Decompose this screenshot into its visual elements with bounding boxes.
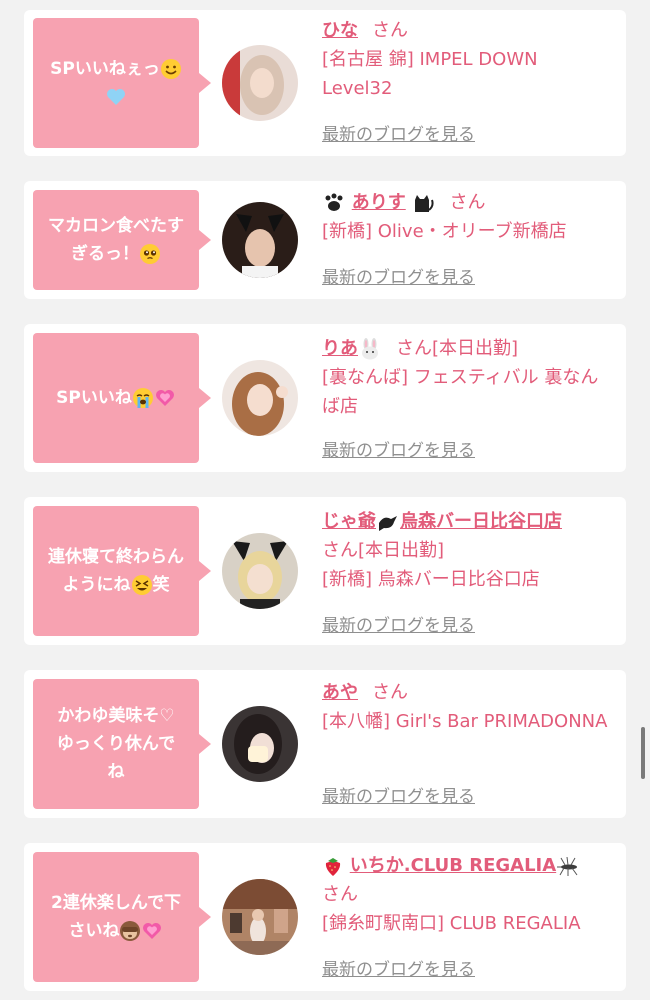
message-suffix: 笑 bbox=[152, 575, 170, 595]
message-bubble: 2連休楽しんで下さいね bbox=[33, 852, 211, 982]
work-status: [本日出勤] bbox=[432, 338, 519, 359]
cast-name-part1: じゃ爺 bbox=[322, 511, 376, 532]
post-card: SPいいね りあ さん[本日出勤] [裏なんば] フェスティバル 裏なんば店 最新… bbox=[24, 324, 626, 472]
message-text: SPいいねぇっ bbox=[50, 59, 160, 79]
latest-blog-link[interactable]: 最新のブログを見る bbox=[322, 955, 475, 980]
message-text-line1: 2連休楽しんで下 bbox=[51, 893, 181, 913]
post-card: 連休寝て終わらんようにね 笑 じゃ爺 烏森バー日比谷口店 さん[本日出勤] [新橋]… bbox=[24, 497, 626, 645]
avatar[interactable] bbox=[222, 533, 298, 609]
message-text-line1: 連休寝て終わらん bbox=[48, 547, 184, 567]
latest-blog-link[interactable]: 最新のブログを見る bbox=[322, 263, 475, 288]
latest-blog-link[interactable]: 最新のブログを見る bbox=[322, 611, 475, 636]
post-info: りあ さん[本日出勤] [裏なんば] フェスティバル 裏なんば店 bbox=[322, 334, 612, 421]
honorific: さん bbox=[372, 20, 408, 41]
latest-blog-link[interactable]: 最新のブログを見る bbox=[322, 436, 475, 461]
cast-name-link[interactable]: いちか.CLUB REGALIA bbox=[350, 855, 556, 876]
honorific: さん bbox=[322, 884, 358, 905]
strawberry-emoji bbox=[325, 858, 341, 876]
black-bird-emoji bbox=[379, 516, 397, 531]
post-info: あや さん [本八幡] Girl's Bar PRIMADONNA bbox=[322, 678, 612, 736]
post-card: かわゆ美味そ♡ゆっくり休んでね あや さん [本八幡] Girl's Bar PR… bbox=[24, 670, 626, 818]
honorific: さん bbox=[322, 540, 358, 561]
message-bubble: 連休寝て終わらんようにね 笑 bbox=[33, 506, 211, 636]
message-text: かわゆ美味そ♡ゆっくり休んでね bbox=[56, 706, 176, 782]
pleading-face-emoji bbox=[140, 244, 160, 264]
shop-name: [名古屋 錦] IMPEL DOWN Level32 bbox=[322, 49, 538, 99]
message-text: SPいいね bbox=[56, 388, 132, 408]
work-status: [本日出勤] bbox=[358, 540, 445, 561]
honorific: さん bbox=[449, 192, 486, 213]
avatar[interactable] bbox=[222, 202, 298, 278]
post-card: SPいいねぇっ ひな さん [名古屋 錦] IMPEL DOWN Level32 … bbox=[24, 10, 626, 156]
message-bubble: かわゆ美味そ♡ゆっくり休んでね bbox=[33, 679, 211, 809]
honorific: さん bbox=[396, 338, 432, 359]
scrollbar-thumb[interactable] bbox=[641, 727, 645, 779]
message-bubble: SPいいね bbox=[33, 333, 211, 463]
loudly-crying-face-emoji bbox=[132, 388, 153, 408]
cast-name-link[interactable]: りあ bbox=[322, 338, 358, 359]
message-bubble: マカロン食べたすぎるっ！ bbox=[33, 190, 211, 290]
shop-name: [新橋] Olive・オリーブ新橋店 bbox=[322, 221, 567, 242]
post-info: じゃ爺 烏森バー日比谷口店 さん[本日出勤] [新橋] 烏森バー日比谷口店 bbox=[322, 507, 612, 594]
shop-name: [錦糸町駅南口] CLUB REGALIA bbox=[322, 913, 581, 934]
shop-name: [裏なんば] フェスティバル 裏なんば店 bbox=[322, 367, 599, 417]
growing-heart-emoji bbox=[155, 390, 174, 406]
laughing-squint-face-emoji bbox=[131, 575, 152, 595]
mosquito-emoji bbox=[557, 856, 578, 876]
latest-blog-link[interactable]: 最新のブログを見る bbox=[322, 120, 475, 145]
post-card: 2連休楽しんで下さいね いちか.CLUB REGALIA さん [錦糸町駅南口]… bbox=[24, 843, 626, 991]
honorific: さん bbox=[372, 682, 408, 703]
latest-blog-link[interactable]: 最新のブログを見る bbox=[322, 782, 475, 807]
post-card: マカロン食べたすぎるっ！ ありす さん [新橋] Olive・オリーブ新橋店 最… bbox=[24, 181, 626, 299]
growing-heart-emoji bbox=[143, 923, 162, 939]
message-text: マカロン食べたすぎるっ！ bbox=[48, 216, 184, 264]
rabbit-face-emoji bbox=[362, 338, 378, 360]
cast-name-link[interactable]: じゃ爺 烏森バー日比谷口店 bbox=[322, 511, 562, 532]
shop-name: [新橋] 烏森バー日比谷口店 bbox=[322, 569, 540, 590]
smiling-face-emoji bbox=[160, 59, 181, 79]
avatar[interactable] bbox=[222, 45, 298, 121]
avatar[interactable] bbox=[222, 360, 298, 436]
post-info: ひな さん [名古屋 錦] IMPEL DOWN Level32 bbox=[322, 16, 612, 103]
post-info: いちか.CLUB REGALIA さん [錦糸町駅南口] CLUB REGALI… bbox=[322, 851, 612, 938]
avatar[interactable] bbox=[222, 879, 298, 955]
message-text-line2: ようにね bbox=[62, 575, 131, 595]
message-text-line2: さいね bbox=[68, 921, 120, 941]
paw-prints-emoji bbox=[325, 193, 343, 211]
post-info: ありす さん [新橋] Olive・オリーブ新橋店 bbox=[322, 188, 612, 246]
light-blue-heart-emoji bbox=[106, 89, 125, 105]
cast-name-part2: 烏森バー日比谷口店 bbox=[400, 511, 562, 532]
avatar[interactable] bbox=[222, 706, 298, 782]
black-cat-emoji bbox=[415, 195, 435, 212]
cast-name-link[interactable]: あや bbox=[322, 682, 358, 703]
shop-name: [本八幡] Girl's Bar PRIMADONNA bbox=[322, 711, 608, 732]
cast-name-link[interactable]: ひな bbox=[322, 20, 358, 41]
see-no-evil-monkey-emoji bbox=[120, 921, 141, 941]
message-bubble: SPいいねぇっ bbox=[33, 18, 211, 148]
cast-name-link[interactable]: ありす bbox=[352, 192, 406, 213]
